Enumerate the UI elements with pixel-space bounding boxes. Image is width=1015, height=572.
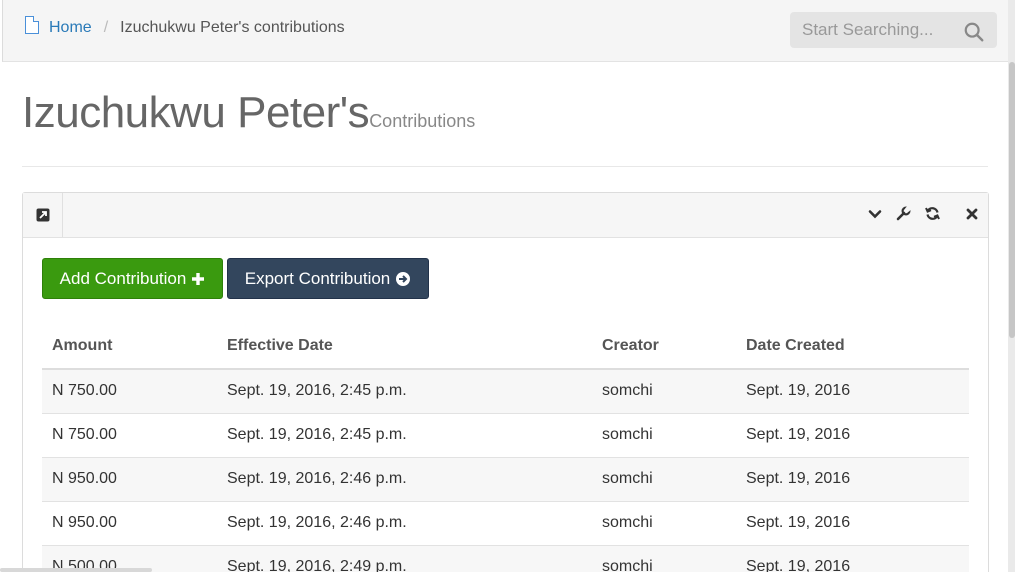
- horizontal-scrollbar[interactable]: [0, 568, 152, 572]
- top-bar: Home / Izuchukwu Peter's contributions: [2, 0, 1008, 62]
- plus-icon: [192, 272, 205, 285]
- arrow-circle-right-icon: [396, 271, 411, 286]
- chevron-down-icon[interactable]: [868, 207, 882, 221]
- document-icon: [25, 16, 39, 34]
- wrench-icon[interactable]: [896, 206, 911, 221]
- cell-date-created: Sept. 19, 2016: [736, 413, 969, 458]
- cell-amount: N 950.00: [42, 501, 217, 546]
- table-header-row: Amount Effective Date Creator Date Creat…: [42, 323, 969, 370]
- search-box: [790, 12, 997, 48]
- cell-effective-date: Sept. 19, 2016, 2:46 p.m.: [217, 501, 592, 546]
- cell-creator: somchi: [592, 501, 736, 546]
- vertical-scrollbar-thumb[interactable]: [1009, 62, 1015, 338]
- title-divider: [22, 166, 988, 167]
- table-row[interactable]: N 750.00 Sept. 19, 2016, 2:45 p.m. somch…: [42, 413, 969, 458]
- cell-date-created: Sept. 19, 2016: [736, 457, 969, 502]
- column-header-effective-date[interactable]: Effective Date: [217, 323, 592, 370]
- page-title-main: Izuchukwu Peter's: [22, 88, 370, 137]
- cell-creator: somchi: [592, 457, 736, 502]
- cell-date-created: Sept. 19, 2016: [736, 369, 969, 414]
- breadcrumb: Home / Izuchukwu Peter's contributions: [25, 16, 345, 37]
- contributions-panel: Add Contribution Export Contribution Amo…: [22, 192, 989, 572]
- cell-creator: somchi: [592, 369, 736, 414]
- column-header-creator[interactable]: Creator: [592, 323, 736, 370]
- add-contribution-button[interactable]: Add Contribution: [42, 258, 223, 299]
- cell-effective-date: Sept. 19, 2016, 2:46 p.m.: [217, 457, 592, 502]
- breadcrumb-current: Izuchukwu Peter's contributions: [120, 19, 345, 36]
- breadcrumb-separator: /: [103, 19, 109, 36]
- export-contribution-label: Export Contribution: [244, 268, 391, 288]
- search-icon[interactable]: [963, 21, 985, 43]
- export-contribution-button[interactable]: Export Contribution: [227, 258, 429, 299]
- panel-expand-toggle[interactable]: [23, 193, 63, 237]
- cell-amount: N 750.00: [42, 369, 217, 414]
- search-input[interactable]: [802, 20, 962, 40]
- column-header-amount[interactable]: Amount: [42, 323, 217, 370]
- vertical-scrollbar[interactable]: [1008, 0, 1015, 572]
- panel-header: [23, 193, 988, 238]
- table-row[interactable]: N 950.00 Sept. 19, 2016, 2:46 p.m. somch…: [42, 501, 969, 546]
- table-row[interactable]: N 500.00 Sept. 19, 2016, 2:49 p.m. somch…: [42, 545, 969, 572]
- page-title: Izuchukwu Peter's Contributions: [22, 88, 475, 138]
- expand-icon[interactable]: [36, 208, 50, 222]
- breadcrumb-home-link[interactable]: Home: [49, 19, 92, 37]
- panel-tools: [868, 206, 978, 221]
- cell-creator: somchi: [592, 545, 736, 572]
- page-subtitle: Contributions: [369, 111, 476, 131]
- refresh-icon[interactable]: [925, 206, 940, 221]
- cell-date-created: Sept. 19, 2016: [736, 501, 969, 546]
- table-row[interactable]: N 750.00 Sept. 19, 2016, 2:45 p.m. somch…: [42, 369, 969, 414]
- cell-amount: N 950.00: [42, 457, 217, 502]
- cell-date-created: Sept. 19, 2016: [736, 545, 969, 572]
- cell-effective-date: Sept. 19, 2016, 2:45 p.m.: [217, 369, 592, 414]
- add-contribution-label: Add Contribution: [59, 268, 187, 288]
- close-icon[interactable]: [966, 208, 978, 220]
- cell-effective-date: Sept. 19, 2016, 2:49 p.m.: [217, 545, 592, 572]
- contributions-table: Amount Effective Date Creator Date Creat…: [42, 323, 969, 572]
- cell-creator: somchi: [592, 413, 736, 458]
- cell-amount: N 750.00: [42, 413, 217, 458]
- column-header-date-created[interactable]: Date Created: [736, 323, 969, 370]
- table-row[interactable]: N 950.00 Sept. 19, 2016, 2:46 p.m. somch…: [42, 457, 969, 502]
- cell-effective-date: Sept. 19, 2016, 2:45 p.m.: [217, 413, 592, 458]
